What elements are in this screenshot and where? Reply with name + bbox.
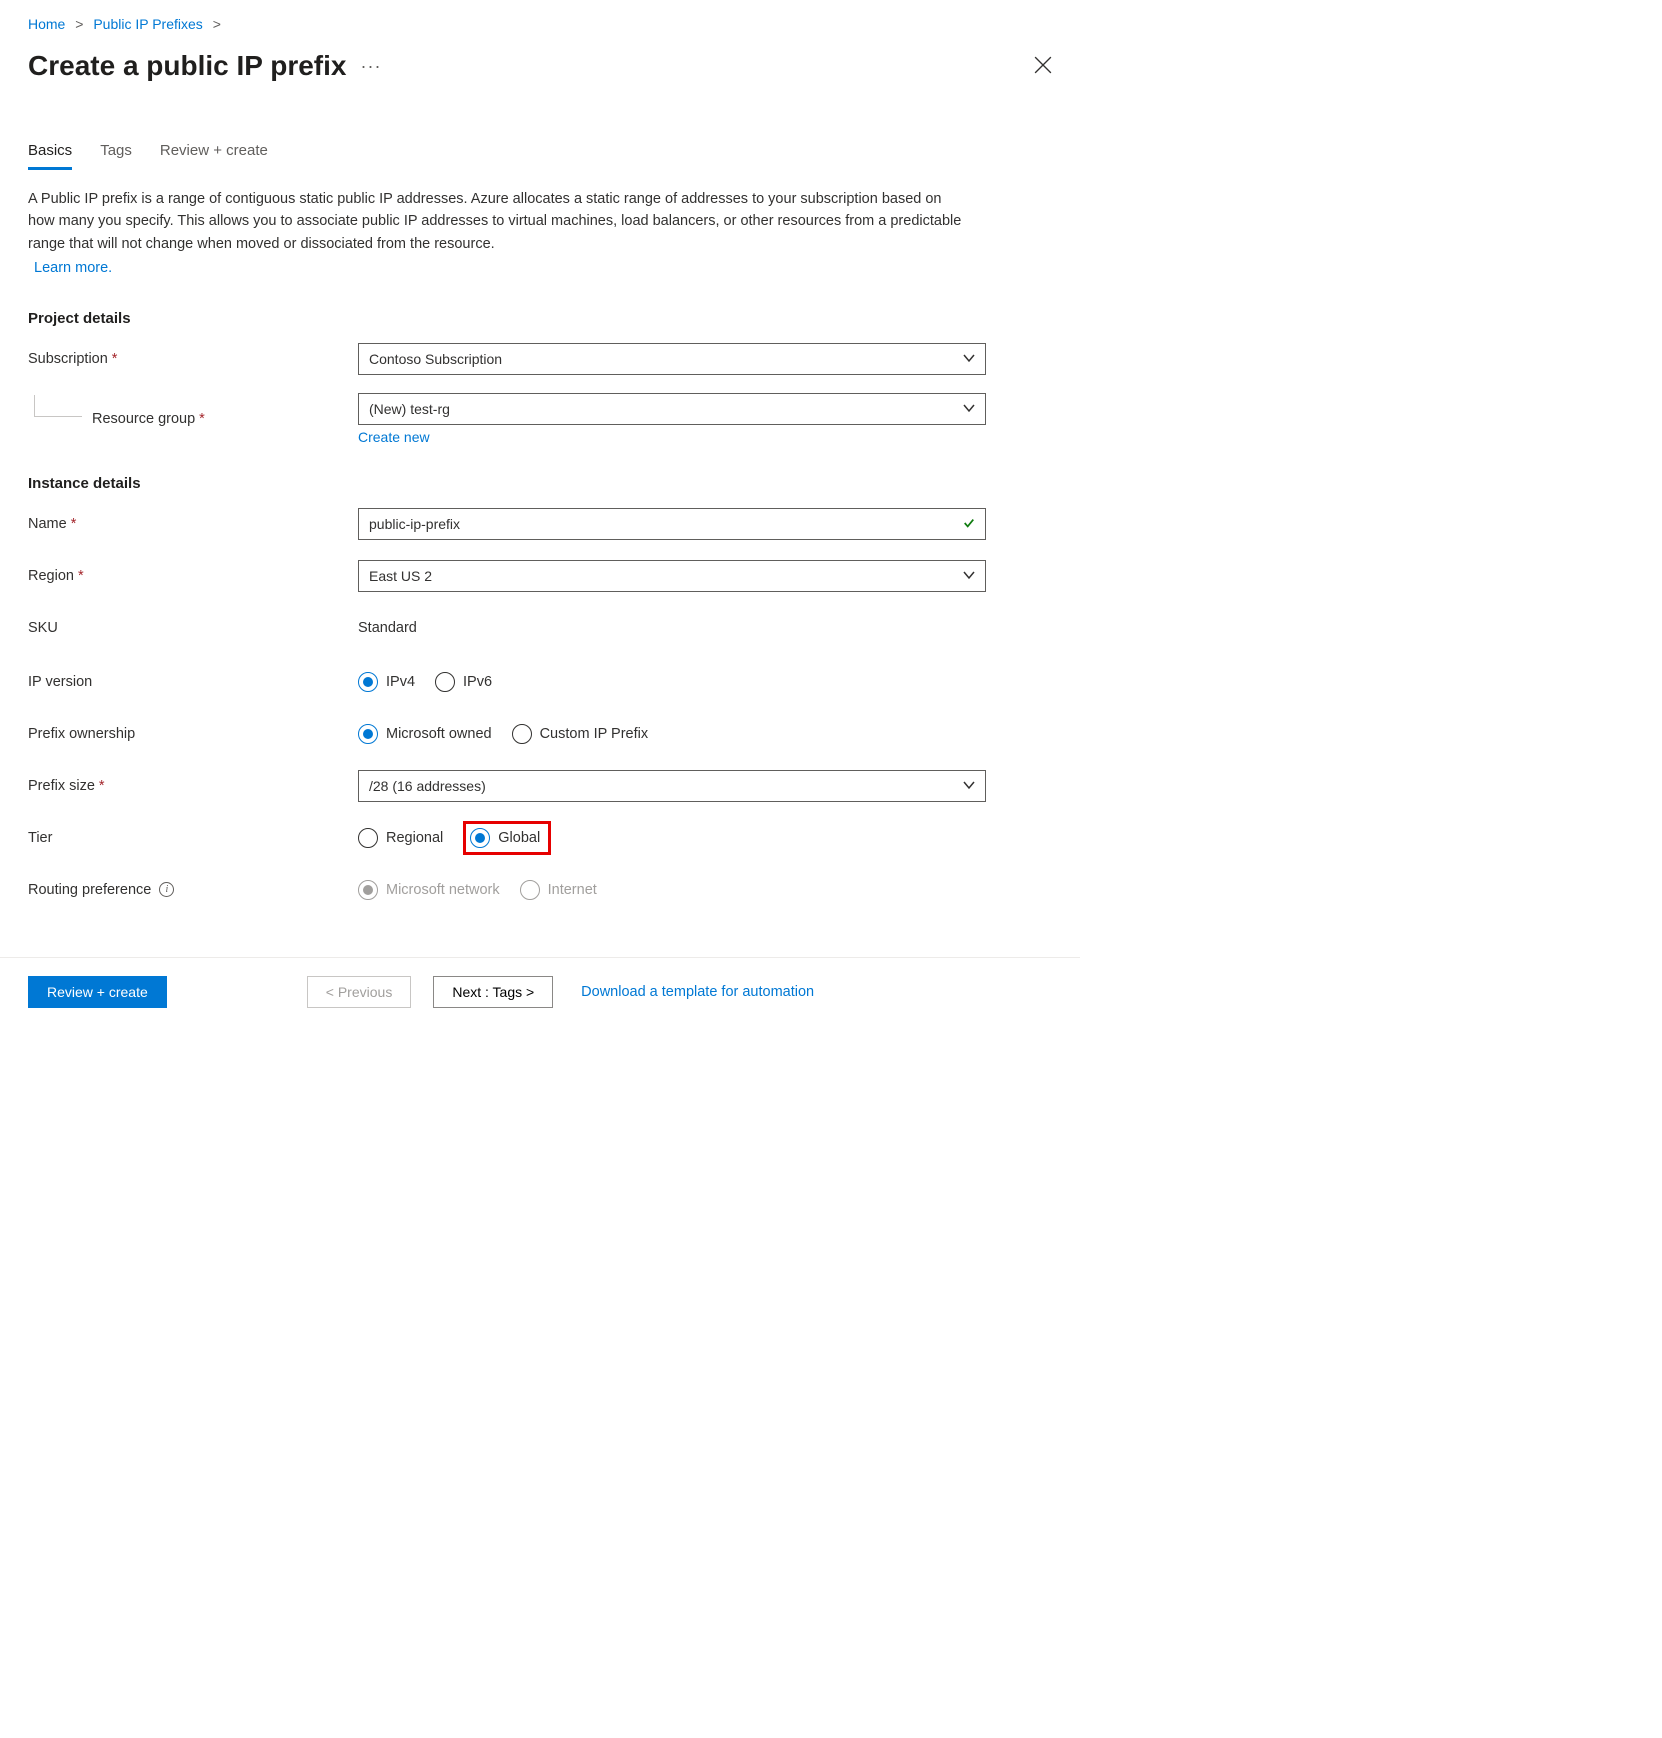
section-project-details: Project details (28, 310, 1052, 327)
radio-icon (358, 672, 378, 692)
tab-tags[interactable]: Tags (100, 142, 132, 170)
radio-global[interactable]: Global (470, 828, 540, 848)
label-sku: SKU (28, 620, 358, 636)
label-ip-version: IP version (28, 674, 358, 690)
label-region: Region* (28, 568, 358, 584)
radio-icon (435, 672, 455, 692)
breadcrumb-sep: > (75, 16, 83, 32)
name-input[interactable]: public-ip-prefix (358, 508, 986, 540)
breadcrumb-sep: > (213, 16, 221, 32)
chevron-down-icon (963, 778, 975, 794)
label-routing-preference: Routing preference i (28, 882, 358, 898)
next-button[interactable]: Next : Tags > (433, 976, 553, 1008)
radio-ipv4[interactable]: IPv4 (358, 672, 415, 692)
previous-button: < Previous (307, 976, 412, 1008)
breadcrumb-home[interactable]: Home (28, 16, 65, 32)
radio-icon (520, 880, 540, 900)
close-icon[interactable] (1034, 56, 1052, 77)
tier-global-highlight: Global (463, 821, 551, 855)
radio-icon (358, 828, 378, 848)
chevron-down-icon (963, 351, 975, 367)
indent-line (34, 395, 82, 417)
region-select[interactable]: East US 2 (358, 560, 986, 592)
label-tier: Tier (28, 830, 358, 846)
label-subscription: Subscription* (28, 351, 358, 367)
radio-icon (470, 828, 490, 848)
radio-microsoft-network: Microsoft network (358, 880, 500, 900)
radio-microsoft-owned[interactable]: Microsoft owned (358, 724, 492, 744)
page-title: Create a public IP prefix (28, 50, 347, 82)
more-icon[interactable]: ··· (361, 56, 382, 77)
tabs: Basics Tags Review + create (28, 142, 1052, 170)
radio-ipv6[interactable]: IPv6 (435, 672, 492, 692)
label-prefix-ownership: Prefix ownership (28, 726, 358, 742)
label-prefix-size: Prefix size* (28, 778, 358, 794)
radio-icon (512, 724, 532, 744)
checkmark-icon (963, 516, 975, 532)
footer: Review + create < Previous Next : Tags >… (0, 957, 1080, 1030)
subscription-select[interactable]: Contoso Subscription (358, 343, 986, 375)
create-new-link[interactable]: Create new (358, 429, 986, 445)
radio-icon (358, 724, 378, 744)
review-create-button[interactable]: Review + create (28, 976, 167, 1008)
tab-basics[interactable]: Basics (28, 142, 72, 170)
prefix-size-select[interactable]: /28 (16 addresses) (358, 770, 986, 802)
radio-custom-prefix[interactable]: Custom IP Prefix (512, 724, 649, 744)
chevron-down-icon (963, 401, 975, 417)
radio-icon (358, 880, 378, 900)
radio-regional[interactable]: Regional (358, 828, 443, 848)
label-resource-group: Resource group* (92, 411, 205, 427)
label-name: Name* (28, 516, 358, 532)
description: A Public IP prefix is a range of contigu… (28, 188, 968, 280)
breadcrumb-prefixes[interactable]: Public IP Prefixes (93, 16, 202, 32)
download-template-link[interactable]: Download a template for automation (581, 984, 814, 1000)
sku-value: Standard (358, 620, 417, 636)
radio-internet: Internet (520, 880, 597, 900)
resource-group-select[interactable]: (New) test-rg (358, 393, 986, 425)
section-instance-details: Instance details (28, 475, 1052, 492)
breadcrumb: Home > Public IP Prefixes > (28, 10, 1052, 42)
learn-more-link[interactable]: Learn more. (34, 257, 112, 279)
chevron-down-icon (963, 568, 975, 584)
info-icon[interactable]: i (159, 882, 174, 897)
tab-review[interactable]: Review + create (160, 142, 268, 170)
